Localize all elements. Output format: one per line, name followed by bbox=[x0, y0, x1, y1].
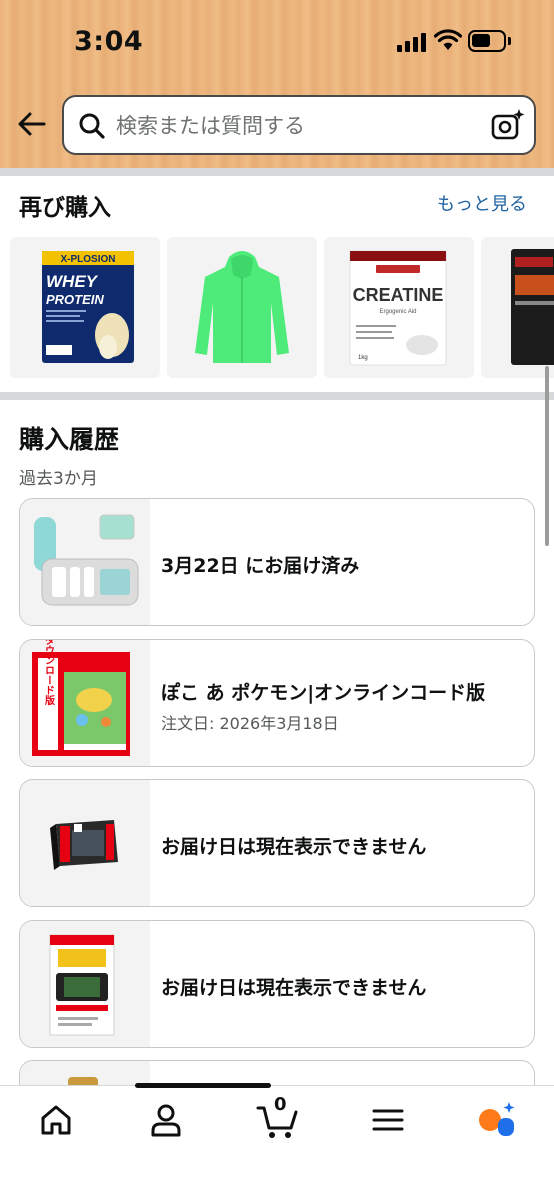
creatine-weight-text: 1kg bbox=[358, 355, 368, 361]
status-time: 3:04 bbox=[74, 26, 144, 57]
creatine-dark-image bbox=[511, 249, 554, 365]
order-card[interactable]: 3月22日 にお届け済み bbox=[19, 498, 535, 626]
whey-brand-text: X-PLOSION bbox=[60, 254, 115, 265]
order-status: お届け日は現在表示できません bbox=[161, 836, 427, 858]
creatine-sub-text: Ergogenic Aid bbox=[379, 309, 416, 315]
buy-again-carousel[interactable]: X-PLOSION WHEY PROTEIN CREATINE Ergogeni… bbox=[0, 237, 554, 379]
search-icon bbox=[79, 113, 105, 139]
whey-protein-image: X-PLOSION WHEY PROTEIN bbox=[42, 251, 134, 363]
order-status: 3月22日 にお届け済み bbox=[161, 555, 360, 577]
green-hoodie-image bbox=[195, 251, 289, 363]
battery-icon bbox=[468, 30, 511, 52]
order-thumbnail bbox=[20, 780, 150, 906]
order-thumbnail bbox=[20, 921, 150, 1047]
app-header: 3:04 bbox=[0, 0, 554, 168]
order-thumbnail bbox=[20, 499, 150, 625]
product-card-green-hoodie[interactable] bbox=[167, 237, 317, 378]
order-thumbnail: ダウンロード版 bbox=[20, 640, 150, 766]
see-more-link[interactable]: もっと見る bbox=[437, 190, 527, 216]
creatine-image: CREATINE Ergogenic Aid 1kg bbox=[349, 250, 447, 366]
order-date: 注文日: 2026年3月18日 bbox=[161, 714, 339, 733]
order-card[interactable]: お届け日は現在表示できません bbox=[19, 779, 535, 907]
order-card[interactable]: お届け日は現在表示できません bbox=[19, 920, 535, 1048]
search-input[interactable] bbox=[116, 113, 476, 139]
whey-line1-text: WHEY bbox=[46, 272, 99, 291]
purchase-history-subtitle: 過去3か月 bbox=[19, 469, 98, 489]
product-card-creatine[interactable]: CREATINE Ergogenic Aid 1kg bbox=[324, 237, 474, 378]
order-status: お届け日は現在表示できません bbox=[161, 977, 427, 999]
camera-search-icon[interactable] bbox=[490, 108, 526, 142]
account-icon[interactable] bbox=[146, 1100, 186, 1140]
wifi-icon bbox=[434, 29, 462, 50]
status-bar: 3:04 bbox=[0, 0, 554, 80]
buy-again-title: 再び購入 bbox=[19, 195, 111, 221]
whey-line2-text: PROTEIN bbox=[46, 292, 104, 307]
download-badge-text: ダウンロード版 bbox=[43, 640, 55, 706]
section-divider bbox=[0, 392, 554, 400]
creatine-label-text: CREATINE bbox=[353, 285, 444, 305]
bottom-navigation: 0 bbox=[0, 1085, 554, 1200]
rufus-assistant-icon[interactable] bbox=[476, 1100, 516, 1140]
menu-icon[interactable] bbox=[368, 1100, 408, 1140]
home-indicator bbox=[135, 1083, 271, 1088]
search-bar[interactable] bbox=[62, 95, 536, 155]
order-status: ぽこ あ ポケモン|オンラインコード版 bbox=[161, 682, 486, 704]
order-card[interactable]: ダウンロード版 ぽこ あ ポケモン|オンラインコード版 注文日: 2026年3月… bbox=[19, 639, 535, 767]
section-divider bbox=[0, 168, 554, 176]
scrollbar[interactable] bbox=[545, 366, 549, 546]
product-card-creatine-dark[interactable] bbox=[481, 237, 554, 378]
home-icon[interactable] bbox=[36, 1100, 76, 1140]
cellular-signal-icon bbox=[397, 32, 427, 52]
cart-count: 0 bbox=[274, 1094, 287, 1115]
cart-button[interactable]: 0 bbox=[256, 1094, 300, 1140]
back-arrow-icon[interactable] bbox=[16, 108, 48, 140]
purchase-history-title: 購入履歴 bbox=[19, 425, 120, 454]
product-card-whey-protein[interactable]: X-PLOSION WHEY PROTEIN bbox=[10, 237, 160, 378]
